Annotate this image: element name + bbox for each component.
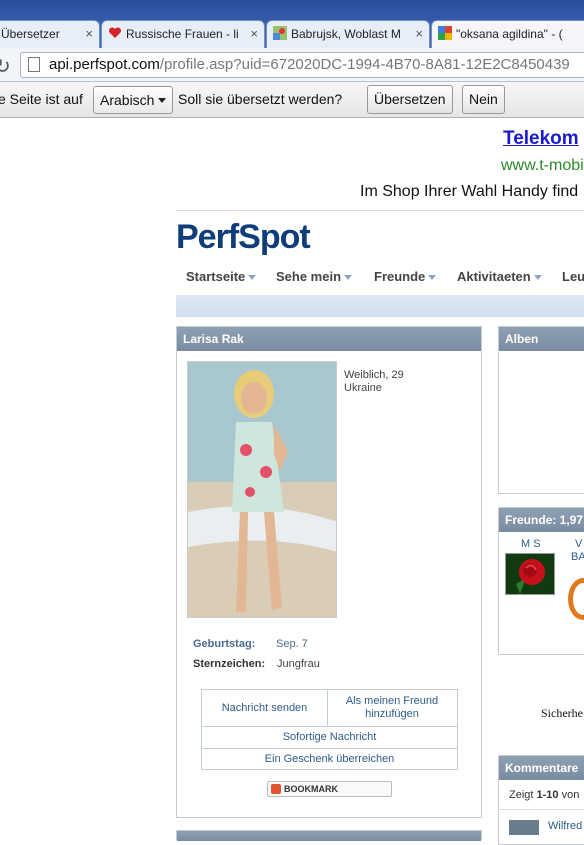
nav-leute[interactable]: Leu: [562, 269, 584, 284]
close-icon[interactable]: ×: [85, 21, 93, 47]
action-box: Nachricht senden Als meinen Freund hinzu…: [201, 689, 458, 770]
add-friend-link[interactable]: Als meinen Freund hinzufügen: [342, 695, 442, 721]
send-gift-link[interactable]: Ein Geschenk überreichen: [202, 753, 457, 766]
divider: [176, 210, 584, 211]
close-icon[interactable]: ×: [250, 21, 258, 47]
nav-startseite[interactable]: Startseite: [186, 269, 257, 284]
url-input[interactable]: api.perfspot.com/profile.asp?uid=672020D…: [20, 52, 584, 78]
friends-title: Freunde: 1,97: [499, 508, 584, 532]
friend-name-link[interactable]: BA: [571, 551, 584, 563]
url-host: api.perfspot.com: [49, 56, 160, 73]
profile-name: Larisa Rak: [177, 327, 481, 351]
divider: [202, 748, 457, 749]
address-bar: ↻ api.perfspot.com/profile.asp?uid=67202…: [0, 48, 584, 82]
count-suffix: von: [561, 789, 580, 801]
zodiac-value: Jungfrau: [277, 658, 320, 670]
ad-url[interactable]: www.t-mobi: [501, 157, 584, 175]
ad-title-link[interactable]: Telekom: [503, 128, 579, 150]
nav-label: Startseite: [186, 269, 246, 284]
page-icon: [28, 57, 40, 72]
chevron-down-icon: [533, 275, 542, 280]
chevron-down-icon: [428, 275, 437, 280]
gender-age: Weiblich, 29: [344, 369, 404, 381]
tab-title: "oksana agildina" - (: [456, 27, 563, 41]
tab-title: Babrujsk, Woblast M: [291, 27, 401, 41]
nav-freunde[interactable]: Freunde: [374, 269, 437, 284]
tab-translator[interactable]: Übersetzer ×: [0, 20, 100, 48]
perfspot-logo[interactable]: PerfSpot: [176, 218, 311, 257]
language-value: Arabisch: [100, 92, 155, 108]
language-select[interactable]: Arabisch: [93, 86, 174, 114]
maps-icon: [273, 23, 287, 40]
friend-name-link[interactable]: M S: [521, 538, 541, 550]
lower-panel: [176, 830, 482, 841]
friend-name-link[interactable]: V: [575, 538, 582, 550]
tab-title: Russische Frauen - li: [126, 27, 239, 41]
lower-panel-head: [177, 831, 481, 841]
translate-infobar: e Seite ist auf Arabisch Soll sie überse…: [0, 82, 584, 118]
nav-label: Leu: [562, 269, 584, 284]
no-translate-button[interactable]: Nein: [462, 85, 505, 114]
instant-message-link[interactable]: Sofortige Nachricht: [202, 731, 457, 744]
nav-label: Aktivitaeten: [457, 269, 531, 284]
bookmark-button[interactable]: BOOKMARK: [267, 781, 392, 797]
reload-icon[interactable]: ↻: [0, 54, 11, 79]
friend-avatar[interactable]: [505, 553, 555, 595]
heart-icon: [108, 23, 122, 38]
translate-prefix: e Seite ist auf: [0, 91, 83, 107]
birthday-value: Sep. 7: [276, 638, 308, 650]
tab-title: Übersetzer: [1, 27, 60, 41]
bookmark-icon: [271, 784, 281, 794]
tab-search[interactable]: "oksana agildina" - (: [431, 20, 584, 48]
comments-title: Kommentare: [499, 756, 584, 780]
nav-aktivitaeten[interactable]: Aktivitaeten: [457, 269, 542, 284]
nav-label: Sehe mein: [276, 269, 342, 284]
security-text: Sicherhe: [541, 706, 583, 720]
sub-nav-bar: [176, 295, 584, 317]
url-path: /profile.asp?uid=672020DC-1994-4B70-8A81…: [159, 56, 570, 73]
nav-sehe-mein[interactable]: Sehe mein: [276, 269, 353, 284]
translate-question: Soll sie übersetzt werden?: [178, 91, 343, 107]
profile-photo[interactable]: [187, 361, 337, 618]
count-prefix: Zeigt: [509, 789, 534, 801]
comment-avatar[interactable]: [509, 820, 539, 835]
divider: [327, 690, 328, 726]
bookmark-label: BOOKMARK: [284, 784, 338, 794]
comments-count: Zeigt 1-10 von: [499, 780, 584, 810]
tab-babrujsk[interactable]: Babrujsk, Woblast M ×: [266, 20, 430, 48]
send-message-link[interactable]: Nachricht senden: [202, 702, 327, 715]
comment-author-link[interactable]: Wilfred: [548, 820, 582, 832]
count-range: 1-10: [536, 789, 559, 801]
ad-text: Im Shop Ihrer Wahl Handy find: [360, 183, 579, 200]
translate-button[interactable]: Übersetzen: [367, 85, 453, 114]
albums-panel: Alben: [498, 326, 584, 494]
nav-label: Freunde: [374, 269, 426, 284]
main-nav: Startseite Sehe mein Freunde Aktivitaete…: [176, 259, 584, 295]
zodiac-label: Sternzeichen:: [193, 658, 266, 670]
close-icon[interactable]: ×: [415, 21, 423, 47]
browser-tab-bar: Übersetzer × Russische Frauen - li × Bab…: [0, 0, 584, 48]
chevron-down-icon: [248, 275, 257, 280]
tab-russian-women[interactable]: Russische Frauen - li ×: [101, 20, 265, 48]
country: Ukraine: [344, 382, 382, 394]
chevron-down-icon: [158, 98, 167, 103]
albums-title: Alben: [499, 327, 584, 351]
divider: [202, 726, 457, 727]
chevron-down-icon: [344, 275, 353, 280]
google-icon: [438, 23, 452, 40]
birthday-label: Geburtstag:: [193, 638, 256, 650]
profile-info: Weiblich, 29 Ukraine: [344, 369, 404, 395]
